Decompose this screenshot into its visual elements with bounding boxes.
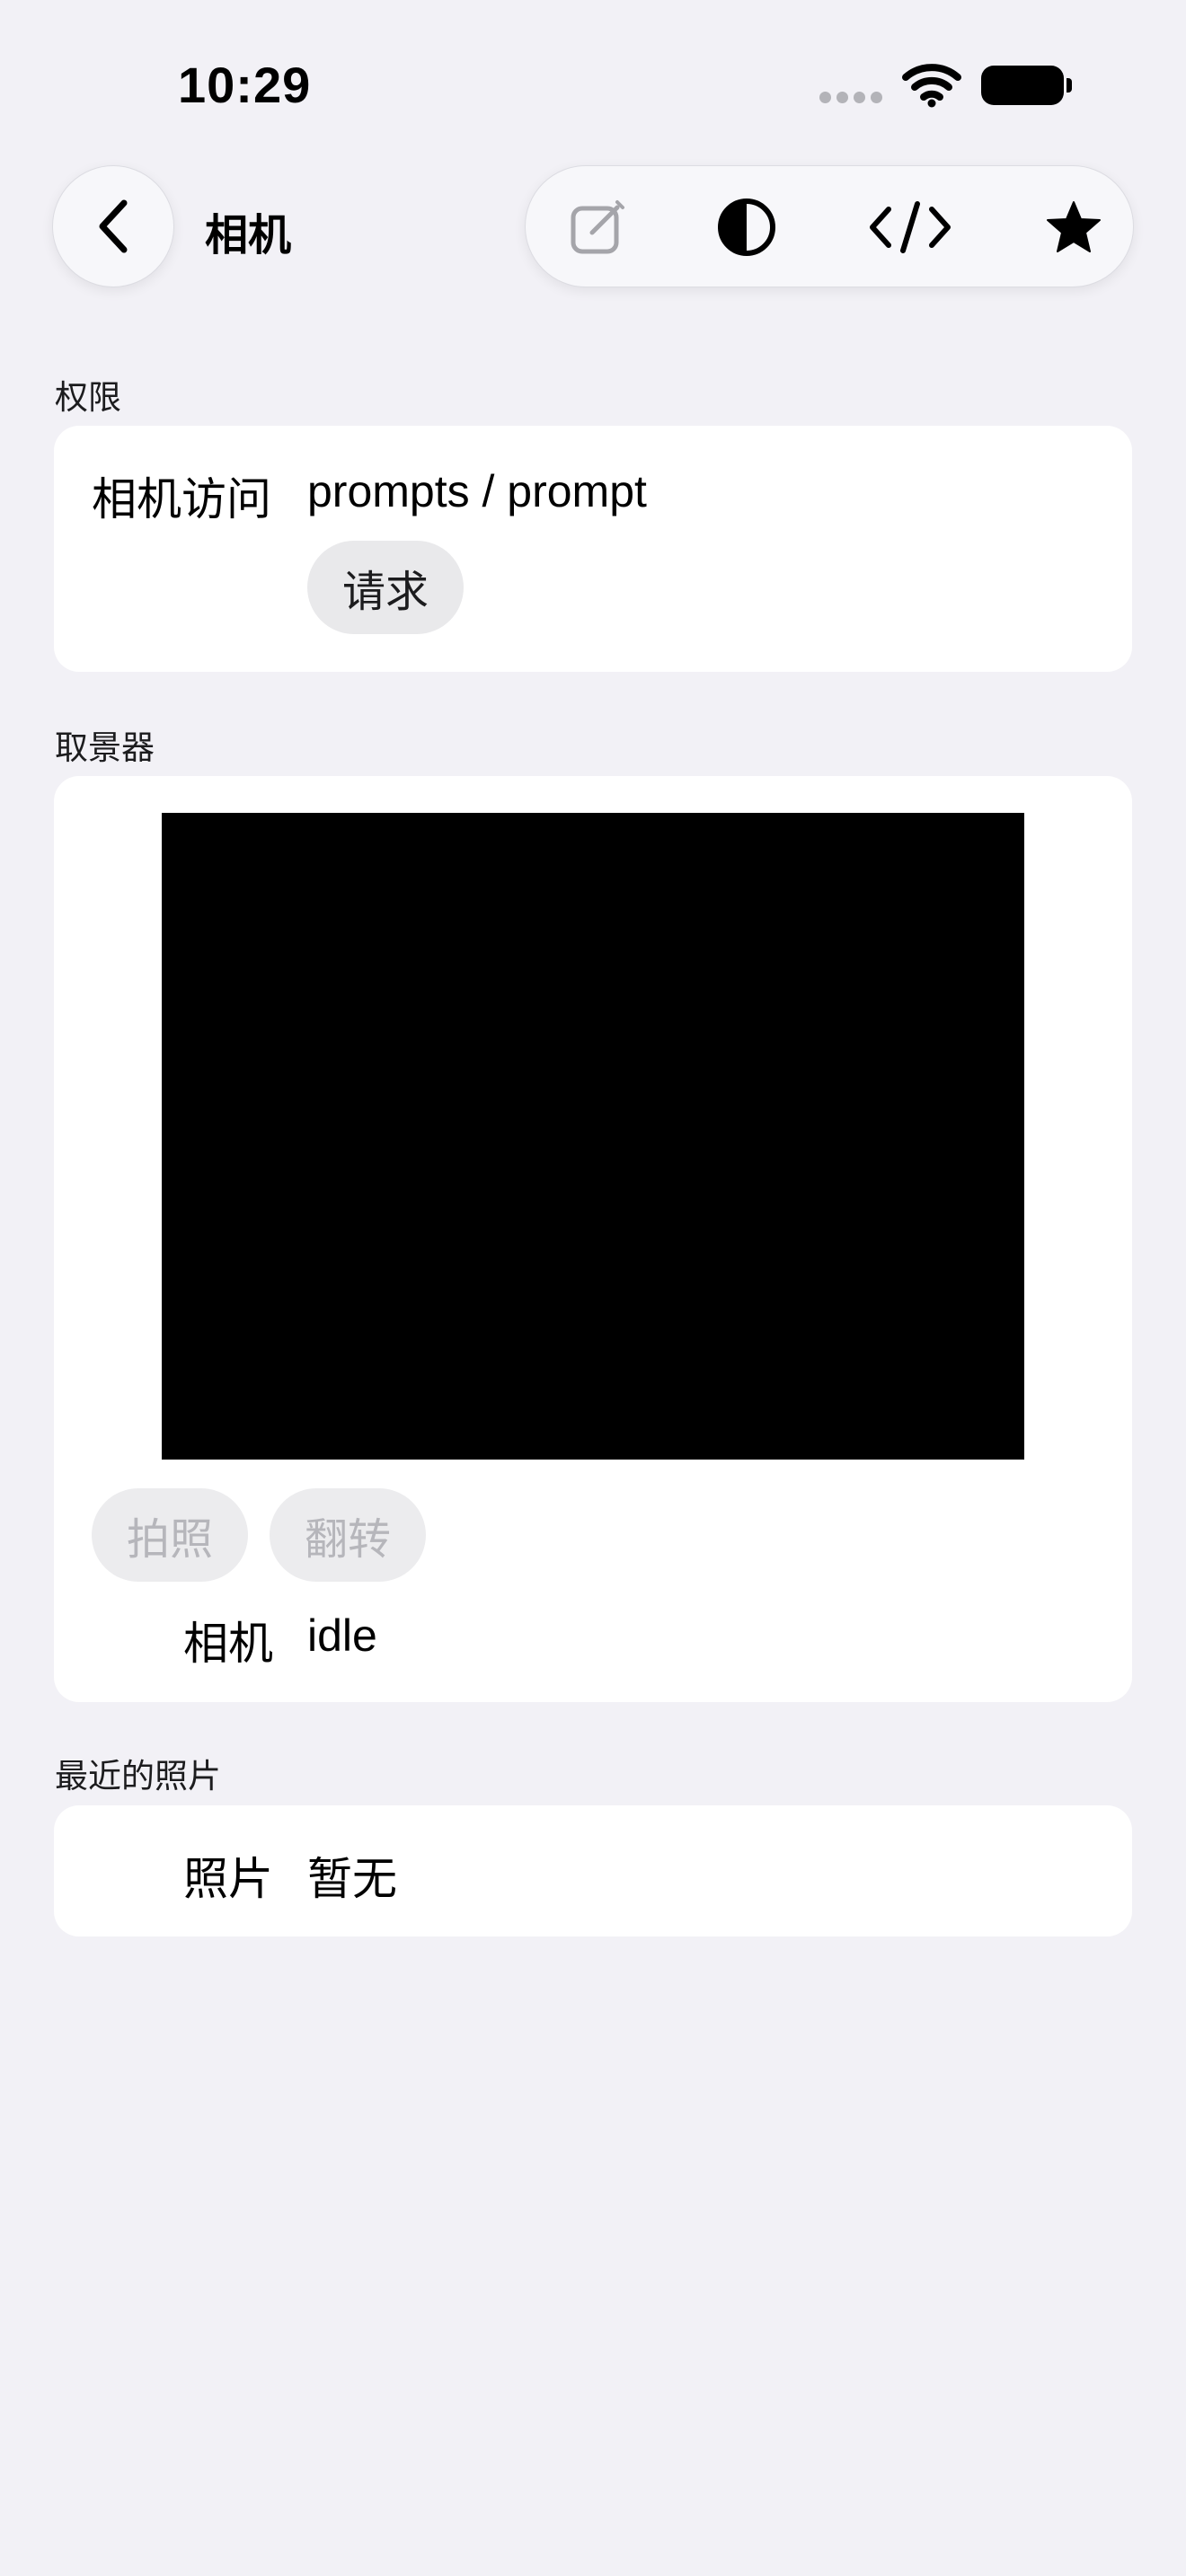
camera-access-label: 相机访问 — [92, 473, 271, 525]
wifi-icon — [902, 64, 961, 108]
photos-value: 暂无 — [307, 1853, 397, 1905]
camera-viewfinder — [162, 813, 1024, 1460]
compose-icon — [571, 200, 624, 254]
appearance-icon — [718, 198, 775, 256]
camera-page: 10:29 相机 权限 相机访问 prompts / prompt 请求 取景器… — [0, 0, 1186, 2576]
flip-button[interactable]: 翻转 — [270, 1488, 426, 1582]
compose-button[interactable] — [544, 166, 651, 288]
page-title: 相机 — [205, 210, 292, 260]
toolbar — [525, 165, 1134, 287]
appearance-button[interactable] — [693, 166, 801, 288]
code-icon — [870, 201, 951, 253]
cellular-signal-icon — [819, 91, 882, 103]
chevron-left-icon — [99, 199, 128, 253]
back-button[interactable] — [52, 165, 174, 287]
request-button[interactable]: 请求 — [307, 541, 464, 634]
permissions-card: 相机访问 prompts / prompt 请求 — [54, 426, 1132, 672]
viewfinder-header: 取景器 — [55, 728, 155, 767]
favorite-button[interactable] — [1020, 166, 1128, 288]
code-button[interactable] — [856, 166, 964, 288]
status-indicators — [819, 63, 1072, 108]
camera-status-value: idle — [307, 1610, 377, 1661]
photos-label: 照片 — [183, 1853, 273, 1905]
battery-icon — [981, 66, 1072, 105]
recent-photos-header: 最近的照片 — [55, 1757, 221, 1795]
recent-photos-card: 照片 暂无 — [54, 1805, 1132, 1936]
camera-status-label: 相机 — [183, 1618, 273, 1670]
star-icon — [1047, 201, 1101, 252]
camera-access-value: prompts / prompt — [307, 466, 647, 516]
status-time: 10:29 — [178, 57, 312, 113]
permissions-header: 权限 — [55, 378, 121, 417]
viewfinder-card: 拍照 翻转 相机 idle — [54, 776, 1132, 1702]
capture-button[interactable]: 拍照 — [92, 1488, 248, 1582]
